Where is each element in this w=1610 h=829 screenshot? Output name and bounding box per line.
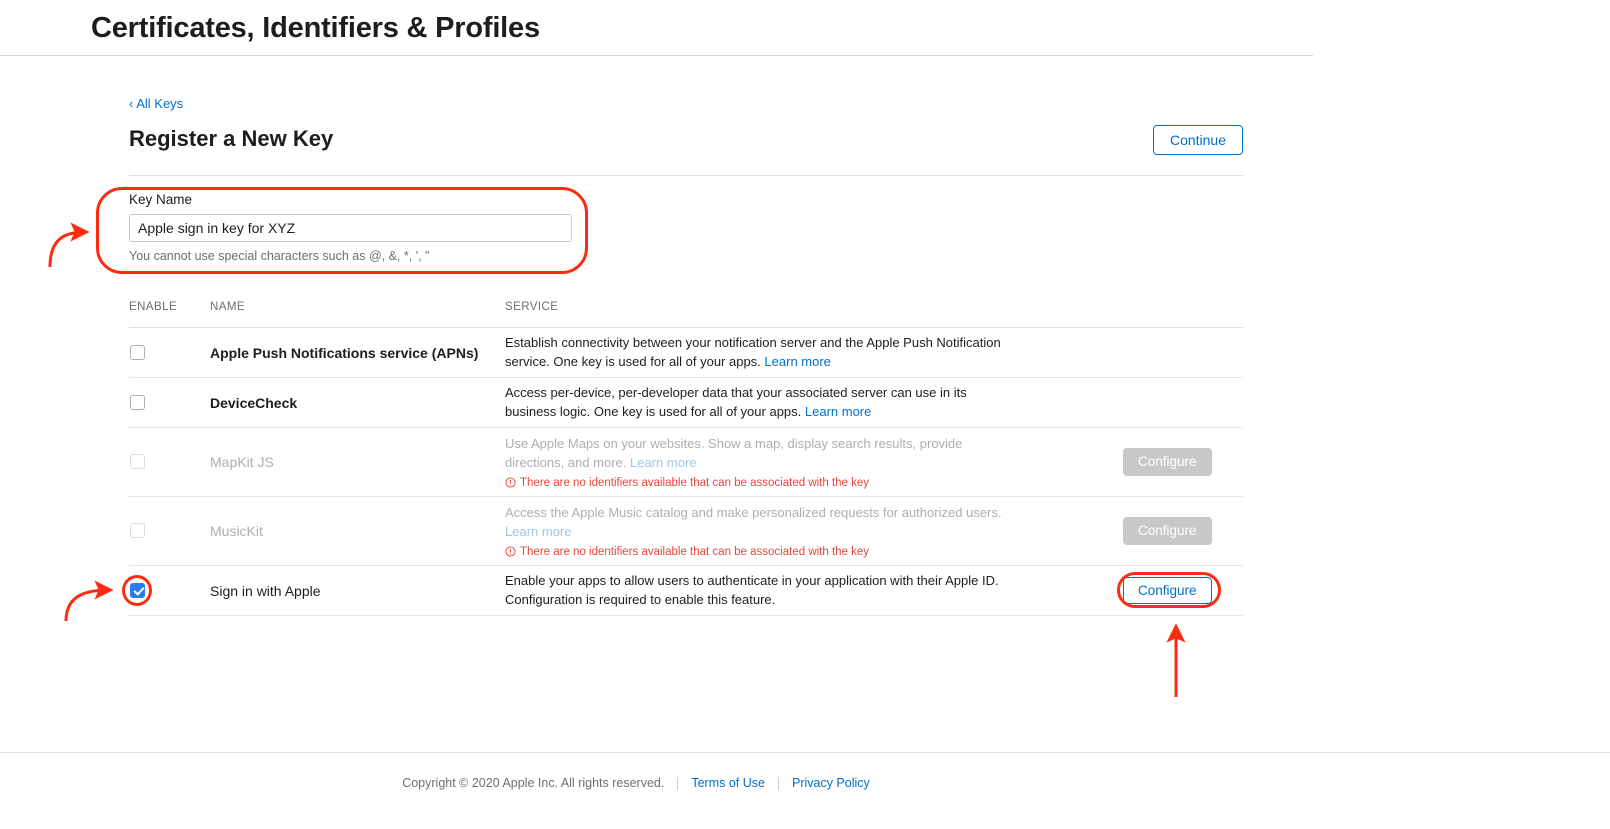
table-row: MusicKit Access the Apple Music catalog a…	[129, 497, 1243, 566]
cell-enable	[129, 344, 210, 362]
column-header-name: NAME	[210, 301, 246, 313]
learn-more-link[interactable]: Learn more	[805, 404, 871, 419]
cell-enable	[129, 522, 210, 540]
cell-enable	[129, 453, 210, 471]
column-header-service: SERVICE	[505, 301, 559, 313]
services-table: ENABLE NAME SERVICE Apple Push Notificat…	[129, 301, 1243, 616]
cell-service-description: Use Apple Maps on your websites. Show a …	[505, 435, 1123, 489]
configure-button[interactable]: Configure	[1123, 576, 1212, 605]
service-warning: There are no identifiers available that …	[505, 546, 1107, 558]
service-description-text: Enable your apps to allow users to authe…	[505, 572, 1005, 609]
enable-checkbox[interactable]	[130, 523, 145, 539]
cell-action: Configure	[1123, 517, 1243, 545]
section-title: Register a New Key	[129, 126, 334, 151]
learn-more-link[interactable]: Learn more	[764, 354, 830, 369]
table-body: Apple Push Notifications service (APNs) E…	[129, 328, 1243, 616]
enable-checkbox[interactable]	[130, 344, 145, 360]
cell-service-name: MapKit JS	[210, 454, 274, 470]
service-description-text: Establish connectivity between your noti…	[505, 334, 1005, 371]
key-name-label: Key Name	[129, 192, 193, 207]
warning-text: There are no identifiers available that …	[520, 476, 870, 489]
warning-text: There are no identifiers available that …	[520, 545, 870, 558]
table-header-row: ENABLE NAME SERVICE	[129, 301, 1243, 328]
annotation-arrow-checkbox	[64, 580, 114, 622]
cell-enable	[129, 394, 210, 412]
cell-action: Configure	[1123, 576, 1243, 605]
page-title: Certificates, Identifiers & Profiles	[91, 12, 540, 44]
learn-more-link[interactable]: Learn more	[505, 524, 571, 539]
description-body: Use Apple Maps on your websites. Show a …	[505, 436, 963, 470]
enable-checkbox[interactable]	[130, 454, 145, 470]
description-body: Establish connectivity between your noti…	[505, 335, 1001, 369]
warning-circle-icon	[505, 546, 516, 557]
cell-service-name: Apple Push Notifications service (APNs)	[210, 344, 479, 361]
table-row: Apple Push Notifications service (APNs) E…	[129, 328, 1243, 378]
service-description-text: Use Apple Maps on your websites. Show a …	[505, 435, 1005, 472]
service-warning: There are no identifiers available that …	[505, 477, 1107, 489]
cell-action: Configure	[1123, 448, 1243, 476]
terms-of-use-link[interactable]: Terms of Use	[691, 776, 765, 790]
footer-divider	[0, 752, 1610, 753]
privacy-policy-link[interactable]: Privacy Policy	[792, 776, 870, 790]
description-body: Enable your apps to allow users to authe…	[505, 573, 999, 607]
warning-circle-icon	[505, 477, 516, 488]
section-header: Register a New Key Continue	[129, 124, 1243, 176]
footer-copyright: Copyright © 2020 Apple Inc. All rights r…	[402, 776, 665, 790]
service-description-text: Access the Apple Music catalog and make …	[505, 504, 1005, 541]
service-description-text: Access per-device, per-developer data th…	[505, 384, 1005, 421]
footer-separator-2	[777, 776, 779, 790]
cell-service-name: Sign in with Apple	[210, 582, 321, 599]
table-row: MapKit JS Use Apple Maps on your websites…	[129, 428, 1243, 497]
key-name-field-group: Key Name You cannot use special characte…	[129, 192, 589, 263]
table-row: Sign in with Apple Enable your apps to al…	[129, 566, 1243, 616]
configure-button: Configure	[1123, 448, 1212, 476]
cell-service-name: DeviceCheck	[210, 394, 298, 411]
page-root: Certificates, Identifiers & Profiles ‹ A…	[0, 0, 1610, 829]
column-header-enable: ENABLE	[129, 301, 178, 313]
key-name-input[interactable]	[129, 214, 572, 242]
description-body: Access per-device, per-developer data th…	[505, 385, 967, 419]
description-body: Access the Apple Music catalog and make …	[505, 505, 1002, 521]
cell-service-description: Establish connectivity between your noti…	[505, 334, 1123, 371]
cell-service-name: MusicKit	[210, 523, 263, 539]
page-header: Certificates, Identifiers & Profiles	[0, 0, 1313, 56]
enable-checkbox[interactable]	[130, 582, 145, 598]
annotation-arrow-key-name	[48, 222, 90, 268]
cell-service-description: Access the Apple Music catalog and make …	[505, 504, 1123, 558]
learn-more-link[interactable]: Learn more	[630, 455, 696, 470]
enable-checkbox[interactable]	[130, 394, 145, 410]
footer-separator-1	[677, 776, 679, 790]
breadcrumb-all-keys-link[interactable]: ‹ All Keys	[129, 96, 183, 111]
key-name-hint: You cannot use special characters such a…	[129, 249, 430, 263]
cell-service-description: Access per-device, per-developer data th…	[505, 384, 1123, 421]
cell-service-description: Enable your apps to allow users to authe…	[505, 572, 1123, 609]
cell-enable	[129, 582, 210, 600]
page-footer: Copyright © 2020 Apple Inc. All rights r…	[0, 776, 1272, 790]
table-row: DeviceCheck Access per-device, per-develo…	[129, 378, 1243, 428]
continue-button[interactable]: Continue	[1152, 125, 1243, 155]
configure-button: Configure	[1123, 517, 1212, 545]
